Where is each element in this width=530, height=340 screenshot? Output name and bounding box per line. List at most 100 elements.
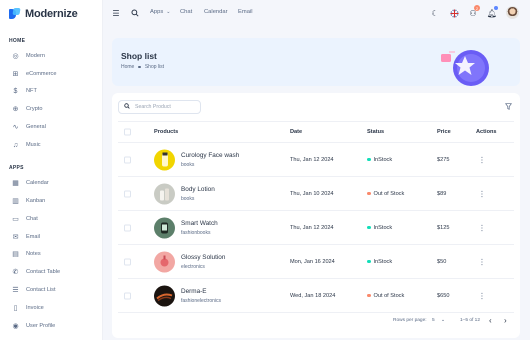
header-status[interactable]: Status	[367, 129, 384, 135]
sidebar-item-invoice[interactable]: ▯ Invoice	[12, 302, 44, 314]
cpu-icon: ⊕	[12, 106, 19, 113]
pagination: Rows per page: 5 ⌄ 1–5 of 12 ‹ ›	[112, 315, 520, 329]
rows-per-page-value: 5	[432, 318, 435, 323]
chevron-down-icon: ⌄	[441, 318, 446, 323]
nav-calendar-link[interactable]: Calendar	[204, 9, 228, 15]
app-name: Modernize	[25, 8, 78, 20]
search-icon	[124, 103, 130, 111]
header-date[interactable]: Date	[290, 129, 302, 135]
row-checkbox[interactable]	[124, 292, 131, 299]
sidebar-item-label: General	[26, 124, 46, 130]
sidebar-item-crypto[interactable]: ⊕ Crypto	[12, 103, 43, 115]
breadcrumb-separator	[138, 65, 141, 69]
avatar[interactable]	[506, 6, 519, 19]
sidebar-item-notes[interactable]: ▤ Notes	[12, 248, 41, 260]
product-date: Wed, Jan 18 2024	[290, 292, 336, 299]
sidebar-item-contact-list[interactable]: ☰ Contact List	[12, 284, 56, 296]
status-label: Out of Stock	[373, 292, 405, 299]
sidebar-item-label: Notes	[26, 251, 41, 257]
sidebar-item-label: Calendar	[26, 180, 49, 186]
product-date: Thu, Jan 12 2024	[290, 156, 334, 163]
product-list-card: Search Product Products Date Status Pric…	[112, 93, 520, 338]
page-banner: Shop list Home Shop list	[112, 38, 520, 86]
rows-per-page-label: Rows per page:	[393, 318, 427, 323]
product-thumbnail	[154, 217, 175, 238]
sidebar-item-user-profile[interactable]: ◉ User Profile	[12, 320, 55, 332]
more-vertical-icon[interactable]: ⋮	[478, 257, 486, 266]
chevron-left-icon[interactable]: ‹	[489, 316, 492, 325]
product-name: Body Lotion	[181, 186, 215, 193]
select-all-checkbox[interactable]	[124, 128, 131, 136]
sidebar-item-label: NFT	[26, 88, 37, 94]
sidebar-item-contact-table[interactable]: ✆ Contact Table	[12, 266, 61, 278]
rows-per-page-select[interactable]: 5 ⌄	[432, 318, 445, 323]
sidebar-item-label: Chat	[26, 216, 38, 222]
apps-menu[interactable]: Apps ⌄	[150, 9, 170, 15]
sidebar-item-kanban[interactable]: ▥ Kanban	[12, 195, 45, 207]
nav-chat-link[interactable]: Chat	[180, 9, 192, 15]
sidebar-item-label: Contact Table	[26, 269, 61, 275]
sidebar-item-label: Modern	[26, 53, 45, 59]
product-table: Products Date Status Price Actions Curol…	[118, 121, 514, 313]
header-price[interactable]: Price	[437, 129, 451, 135]
status-dot	[367, 191, 371, 196]
notes-icon: ▤	[12, 251, 19, 258]
row-checkbox[interactable]	[124, 258, 131, 265]
more-vertical-icon[interactable]: ⋮	[478, 155, 486, 164]
table-row[interactable]: Derma-E fashionelectronics Wed, Jan 18 2…	[118, 279, 514, 313]
header-actions: Actions	[476, 129, 497, 135]
chevron-down-icon: ⌄	[166, 9, 171, 15]
sidebar-item-label: Contact List	[26, 287, 56, 293]
table-row[interactable]: Smart Watch fashionbooks Thu, Jan 12 202…	[118, 211, 514, 245]
status-dot	[367, 293, 371, 298]
more-vertical-icon[interactable]: ⋮	[478, 223, 486, 232]
table-row[interactable]: Glossy Solution electronics Mon, Jan 16 …	[118, 245, 514, 279]
activity-icon: ∿	[12, 124, 19, 131]
sidebar-item-music[interactable]: ♫ Music	[12, 139, 41, 151]
sidebar-item-modern[interactable]: ◎ Modern	[12, 50, 45, 62]
topbar: ☰ Apps ⌄ Chat Calendar Email ☾ ⚇ 2 🔔︎	[103, 0, 530, 28]
shopping-cart-icon: ⊞	[12, 71, 19, 78]
product-thumbnail	[154, 251, 175, 272]
chat-link-label: Chat	[180, 9, 193, 15]
nav-email-link[interactable]: Email	[238, 9, 253, 15]
table-row[interactable]: Body Lotion books Thu, Jan 10 2024 Out o…	[118, 177, 514, 211]
breadcrumb: Home Shop list	[121, 64, 164, 70]
sidebar-item-general[interactable]: ∿ General	[12, 121, 46, 133]
sidebar-item-label: Music	[26, 142, 41, 148]
header-products[interactable]: Products	[154, 129, 178, 135]
sidebar-item-email[interactable]: ✉ Email	[12, 231, 40, 243]
row-checkbox[interactable]	[124, 224, 131, 231]
product-name: Curology Face wash	[181, 152, 240, 159]
row-checkbox[interactable]	[124, 156, 131, 163]
sidebar-item-ecommerce[interactable]: ⊞ eCommerce	[12, 68, 57, 80]
search-icon[interactable]	[130, 8, 140, 18]
section-title-apps: APPS	[9, 165, 24, 171]
chevron-right-icon[interactable]: ›	[504, 316, 507, 325]
breadcrumb-home[interactable]: Home	[121, 64, 134, 70]
product-name: Smart Watch	[181, 220, 218, 227]
sidebar-item-nft[interactable]: $ NFT	[12, 85, 37, 97]
flag-uk-icon[interactable]	[449, 8, 459, 18]
app-logo[interactable]: Modernize	[9, 7, 78, 21]
menu-icon[interactable]: ☰	[111, 8, 121, 18]
search-input[interactable]: Search Product	[118, 100, 201, 114]
moon-icon[interactable]: ☾	[430, 8, 440, 18]
sidebar-item-label: Invoice	[26, 305, 44, 311]
sidebar-item-label: eCommerce	[26, 71, 57, 77]
product-price: $650	[437, 292, 450, 299]
sidebar: Modernize HOME ◎ Modern ⊞ eCommerce $ NF…	[0, 0, 103, 340]
more-vertical-icon[interactable]: ⋮	[478, 189, 486, 198]
mail-icon: ✉	[12, 234, 19, 241]
row-checkbox[interactable]	[124, 190, 131, 197]
sidebar-item-chat[interactable]: ▭ Chat	[12, 213, 38, 225]
product-date: Mon, Jan 16 2024	[290, 258, 335, 265]
aperture-icon: ◎	[12, 53, 19, 60]
product-price: $275	[437, 156, 450, 163]
status-badge: Out of Stock	[367, 293, 404, 299]
filter-icon[interactable]	[505, 103, 512, 112]
breadcrumb-current: Shop list	[144, 64, 165, 70]
sidebar-item-calendar[interactable]: ▦ Calendar	[12, 177, 49, 189]
more-vertical-icon[interactable]: ⋮	[478, 291, 486, 300]
table-row[interactable]: Curology Face wash books Thu, Jan 12 202…	[118, 143, 514, 177]
